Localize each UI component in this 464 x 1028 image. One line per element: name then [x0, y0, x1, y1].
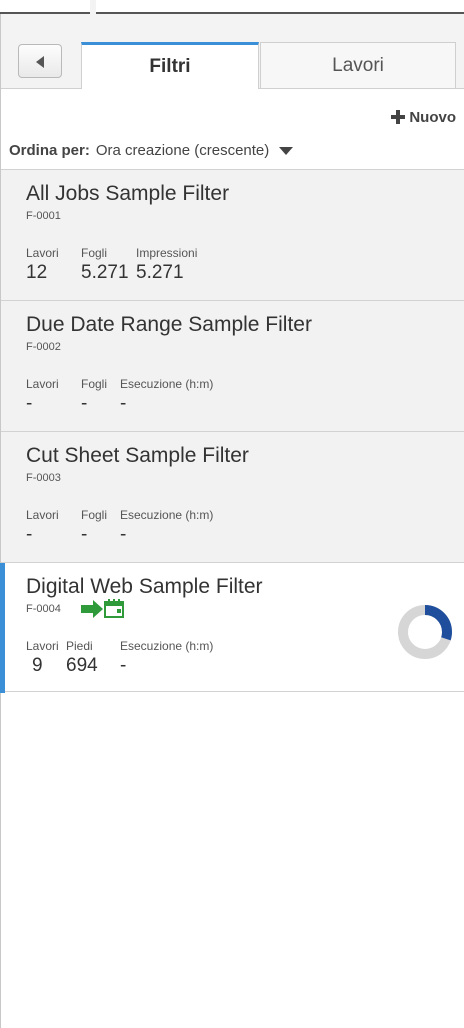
stat-sheets: Fogli 5.271 [81, 246, 129, 284]
job-transfer-icon [81, 599, 124, 618]
stat-header: Piedi [66, 639, 93, 653]
stat-value: 12 [26, 262, 48, 283]
stat-header: Lavori [26, 246, 59, 260]
top-tab-hint-right [96, 0, 464, 14]
stat-header: Fogli [81, 508, 108, 522]
chevron-left-icon [36, 56, 44, 68]
stat-jobs: Lavori - [26, 508, 59, 546]
filter-list: All Jobs Sample Filter F-0001 Lavori 12 … [0, 169, 464, 693]
stat-value: 5.271 [81, 262, 129, 283]
stat-jobs: Lavori 12 [26, 246, 59, 284]
sort-label: Ordina per: [9, 141, 90, 159]
stat-value: - [120, 524, 127, 545]
selection-indicator [0, 563, 5, 693]
stat-header: Lavori [26, 639, 59, 653]
filter-card-selected[interactable]: Digital Web Sample Filter F-0004 Lavori … [0, 562, 464, 693]
stat-header: Fogli [81, 377, 108, 391]
stat-value: 9 [32, 655, 43, 676]
stat-sheets: Fogli - [81, 377, 107, 415]
filters-panel: Filtri Lavori Nuovo Ordina per: Ora crea… [0, 14, 464, 1028]
top-tab-hint-left [0, 0, 90, 14]
filter-name: Due Date Range Sample Filter [26, 313, 312, 336]
stat-header: Fogli [81, 246, 108, 260]
filter-name: All Jobs Sample Filter [26, 182, 230, 205]
new-filter-label: Nuovo [409, 108, 456, 126]
filter-code: F-0003 [26, 472, 61, 484]
stat-value: - [120, 393, 127, 414]
filter-card[interactable]: Cut Sheet Sample Filter F-0003 Lavori - … [1, 431, 464, 562]
sort-value: Ora creazione (crescente) [95, 141, 270, 159]
filter-card[interactable]: Due Date Range Sample Filter F-0002 Lavo… [1, 300, 464, 431]
stat-jobs: Lavori - [26, 377, 59, 415]
stat-runtime: Esecuzione (h:m) - [120, 639, 213, 677]
stat-value: - [81, 393, 88, 414]
stat-feet: Piedi 694 [66, 639, 98, 677]
stat-runtime: Esecuzione (h:m) - [120, 377, 213, 415]
stat-jobs: Lavori 9 [26, 639, 59, 677]
filter-name: Digital Web Sample Filter [26, 575, 263, 598]
stat-header: Lavori [26, 508, 59, 522]
stat-sheets: Fogli - [81, 508, 107, 546]
tab-bar: Filtri Lavori [1, 14, 464, 89]
stat-header: Lavori [26, 377, 59, 391]
tab-filters[interactable]: Filtri [81, 42, 259, 89]
chevron-down-icon [279, 147, 294, 155]
tab-jobs[interactable]: Lavori [260, 42, 456, 88]
stat-header: Impressioni [136, 246, 198, 260]
stat-value: - [26, 524, 33, 545]
back-button[interactable] [18, 44, 62, 78]
tab-jobs-label: Lavori [332, 54, 384, 76]
stat-value: 694 [66, 655, 98, 676]
progress-donut [396, 603, 454, 661]
stat-value: 5.271 [136, 262, 184, 283]
stat-header: Esecuzione (h:m) [120, 508, 214, 522]
new-filter-button[interactable]: Nuovo [391, 106, 456, 128]
tab-filters-label: Filtri [149, 56, 191, 77]
filter-code: F-0004 [26, 603, 61, 615]
stat-header: Esecuzione (h:m) [120, 639, 214, 653]
stat-value: - [26, 393, 33, 414]
plus-icon [391, 110, 406, 124]
filter-code: F-0001 [26, 210, 61, 222]
filter-code: F-0002 [26, 341, 61, 353]
stat-header: Esecuzione (h:m) [120, 377, 214, 391]
stat-impressions: Impressioni 5.271 [136, 246, 197, 284]
filter-card[interactable]: All Jobs Sample Filter F-0001 Lavori 12 … [1, 169, 464, 300]
filter-name: Cut Sheet Sample Filter [26, 444, 249, 467]
stat-value: - [120, 655, 127, 676]
sort-control[interactable]: Ordina per: Ora creazione (crescente) [9, 138, 294, 162]
stat-runtime: Esecuzione (h:m) - [120, 508, 213, 546]
top-strip [0, 0, 464, 15]
stat-value: - [81, 524, 88, 545]
